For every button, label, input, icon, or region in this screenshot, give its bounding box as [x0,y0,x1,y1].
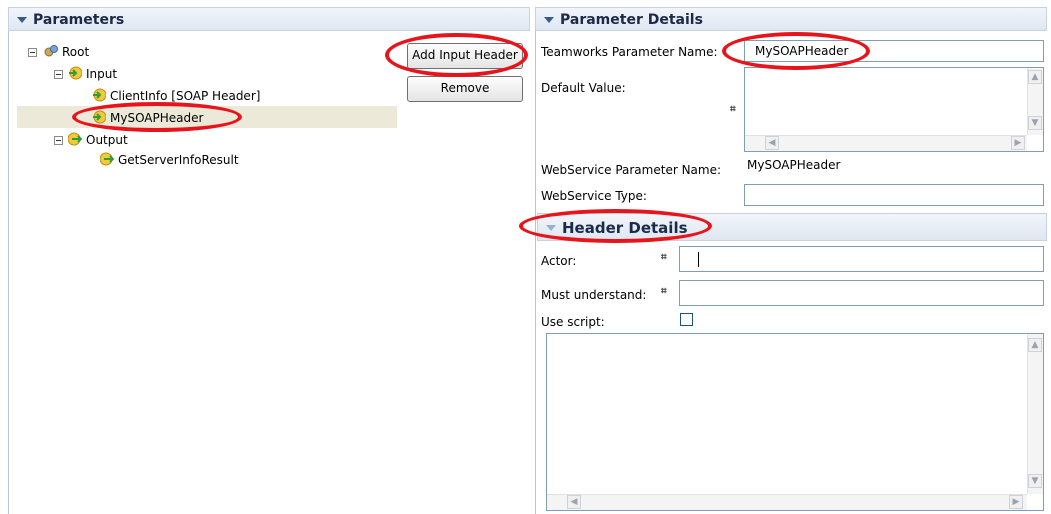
teamworks-param-name-input[interactable]: MySOAPHeader [744,40,1044,62]
webservice-type-input[interactable] [744,184,1044,206]
must-understand-tag-icon[interactable]: ⌗ [661,286,667,297]
script-textarea[interactable]: ▲ ▼ ◀ ▶ [546,333,1044,511]
teamworks-param-name-label: Teamworks Parameter Name: [541,45,718,59]
tree-item-input[interactable]: Input [86,64,117,84]
text-cursor [698,252,699,267]
scroll-right-icon[interactable]: ▶ [1011,136,1025,150]
scroll-left-icon[interactable]: ◀ [567,495,581,509]
collapse-triangle-icon[interactable] [546,225,556,231]
add-input-header-button[interactable]: Add Input Header [407,43,523,69]
scroll-up-icon[interactable]: ▲ [1028,70,1042,84]
header-details-section-header[interactable]: Header Details [537,213,1047,241]
parameter-details-title: Parameter Details [560,12,703,28]
root-collapse-icon[interactable] [28,48,37,57]
webservice-param-name-value: MySOAPHeader [747,158,841,172]
scroll-down-icon[interactable]: ▼ [1028,116,1042,130]
default-value-hscroll[interactable]: ◀ ▶ [745,135,1027,151]
root-node-icon [44,44,58,58]
parameters-tree[interactable]: Root Input ClientInfo [SOAP Header] MySO… [17,38,397,514]
collapse-triangle-icon[interactable] [544,16,554,23]
teamworks-param-name-value: MySOAPHeader [755,44,849,58]
actor-label: Actor: [541,254,577,268]
webservice-param-name-label: WebService Parameter Name: [541,163,722,177]
tree-item-mysoapheader[interactable]: MySOAPHeader [110,108,203,128]
tree-item-getserverinforesult[interactable]: GetServerInfoResult [118,150,239,170]
collapse-triangle-icon[interactable] [17,16,27,23]
actor-tag-icon[interactable]: ⌗ [661,252,667,263]
parameter-details-section-header[interactable]: Parameter Details [535,7,1047,31]
default-value-tag-icon[interactable]: ⌗ [730,104,736,115]
left-panel-edge [8,31,9,514]
tree-item-output[interactable]: Output [86,130,128,150]
mysoapheader-node-icon [92,110,107,124]
output-node-icon [67,132,83,146]
selected-row-highlight [17,106,397,128]
use-script-label: Use script: [541,315,605,329]
right-panel-edge [535,31,536,514]
webservice-type-label: WebService Type: [541,189,647,203]
input-collapse-icon[interactable] [54,70,63,79]
actor-input[interactable] [679,246,1044,272]
script-vscroll[interactable]: ▲ ▼ [1027,334,1043,494]
scroll-left-icon[interactable]: ◀ [765,136,779,150]
must-understand-input[interactable] [679,280,1044,306]
script-hscroll[interactable]: ◀ ▶ [547,494,1027,510]
output-collapse-icon[interactable] [54,136,63,145]
remove-button[interactable]: Remove [407,76,523,102]
clientinfo-node-icon [92,88,107,102]
header-details-title: Header Details [562,219,688,237]
scroll-right-icon[interactable]: ▶ [1009,495,1023,509]
getserverinforesult-node-icon [99,152,115,166]
use-script-checkbox[interactable] [680,313,693,326]
default-value-vscroll[interactable]: ▲ ▼ [1027,68,1043,135]
parameters-section-header[interactable]: Parameters [8,7,530,31]
must-understand-label: Must understand: [541,288,647,302]
default-value-textarea[interactable]: ▲ ▼ ◀ ▶ [744,67,1044,152]
default-value-label: Default Value: [541,81,626,95]
scroll-up-icon[interactable]: ▲ [1028,338,1042,352]
input-node-icon [68,66,83,80]
scroll-down-icon[interactable]: ▼ [1028,474,1042,488]
tree-item-root[interactable]: Root [62,42,89,62]
parameters-title: Parameters [33,12,125,28]
tree-item-clientinfo[interactable]: ClientInfo [SOAP Header] [110,86,260,106]
